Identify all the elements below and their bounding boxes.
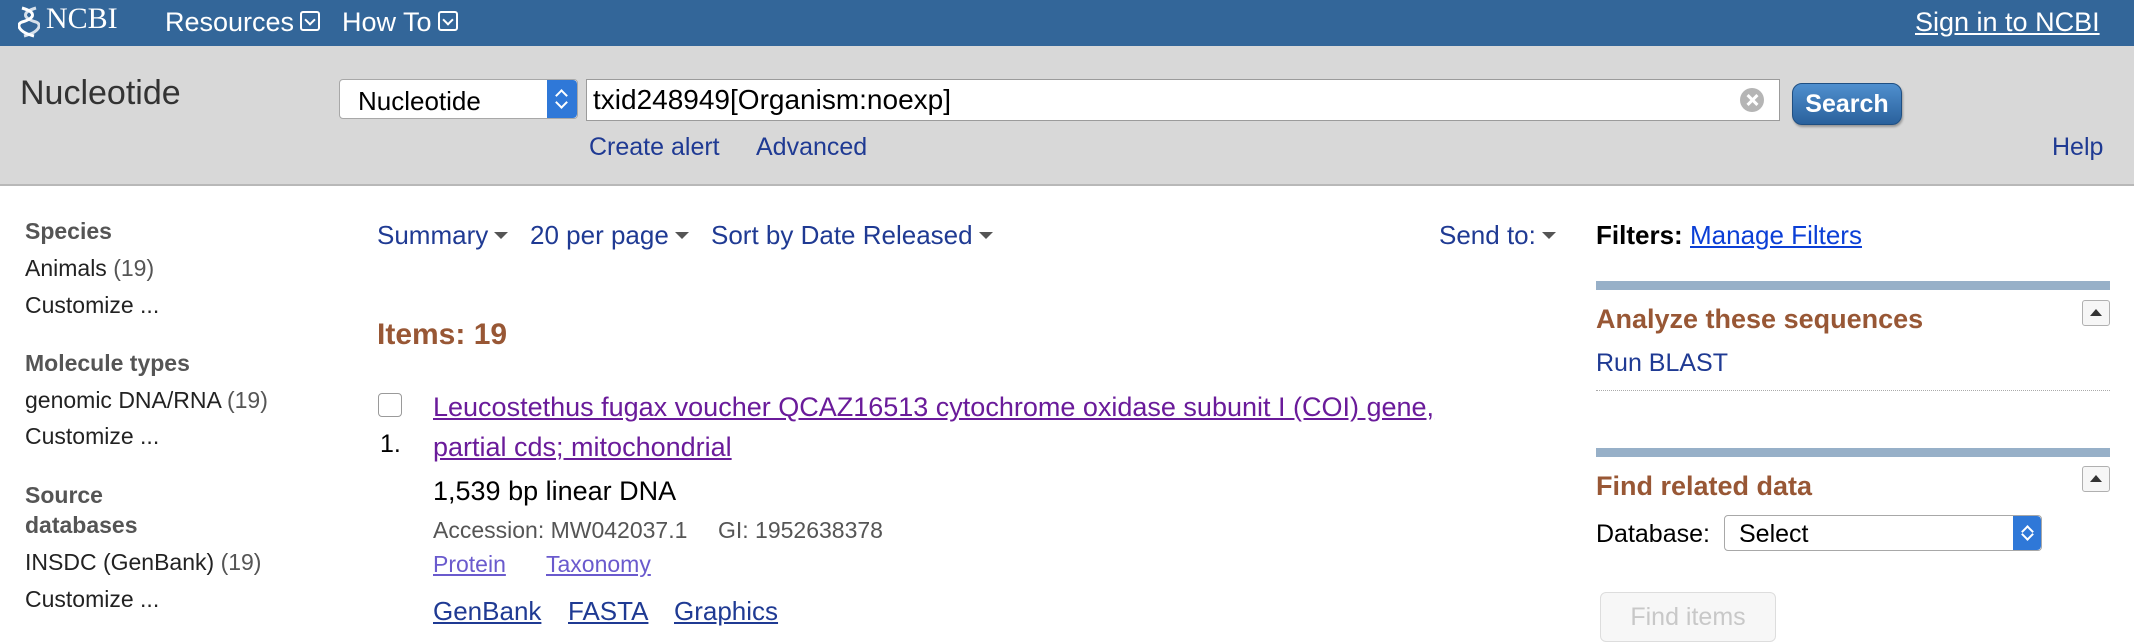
search-input[interactable] (586, 79, 1780, 121)
run-blast-link[interactable]: Run BLAST (1596, 349, 1728, 378)
summary-label: Summary (377, 220, 489, 250)
caret-down-icon (1541, 231, 1556, 239)
caret-down-icon (978, 231, 993, 239)
database-title: Nucleotide (20, 74, 181, 112)
manage-filters-link[interactable]: Manage Filters (1690, 220, 1862, 251)
fasta-link[interactable]: FASTA (568, 596, 648, 627)
help-link[interactable]: Help (2052, 133, 2103, 162)
facet-item-insdc[interactable]: INSDC (GenBank) (19) (25, 549, 261, 576)
clear-icon[interactable] (1740, 88, 1764, 112)
find-items-button[interactable]: Find items (1600, 592, 1776, 642)
chevron-down-icon (437, 10, 458, 31)
result-checkbox[interactable] (378, 393, 402, 417)
items-count: Items: 19 (377, 318, 508, 351)
divider (1596, 390, 2110, 391)
customize-moltype-link[interactable]: Customize ... (25, 423, 159, 450)
facet-item-label: INSDC (GenBank) (25, 549, 215, 575)
facet-heading-molecule-types: Molecule types (25, 350, 190, 376)
taxonomy-link[interactable]: Taxonomy (546, 551, 651, 578)
howto-menu[interactable]: How To (342, 7, 458, 38)
customize-source-link[interactable]: Customize ... (25, 586, 159, 613)
search-button[interactable]: Search (1792, 83, 1902, 125)
select-arrows-icon (547, 80, 577, 118)
howto-label: How To (342, 7, 432, 37)
related-database-select[interactable]: Select (1724, 515, 2042, 551)
protein-link[interactable]: Protein (433, 551, 506, 578)
collapse-icon[interactable] (2082, 300, 2110, 326)
send-to-label: Send to: (1439, 220, 1536, 250)
per-page-dropdown[interactable]: 20 per page (530, 220, 689, 251)
analyze-portlet-bar (1596, 281, 2110, 290)
caret-down-icon (494, 231, 509, 239)
ncbi-top-bar: NCBI Resources How To Sign in to NCBI (0, 0, 2134, 46)
database-select-value: Nucleotide (358, 86, 481, 116)
facet-heading-source-line1: Source (25, 482, 103, 508)
facet-count: (19) (113, 255, 155, 281)
per-page-label: 20 per page (530, 220, 669, 250)
sort-dropdown[interactable]: Sort by Date Released (711, 220, 993, 251)
create-alert-link[interactable]: Create alert (589, 133, 720, 162)
facet-item-genomic-dna[interactable]: genomic DNA/RNA (19) (25, 387, 268, 414)
genbank-link[interactable]: GenBank (433, 596, 541, 627)
sort-label: Sort by Date Released (711, 220, 973, 250)
facet-item-animals[interactable]: Animals (19) (25, 255, 154, 282)
facet-item-label: Animals (25, 255, 107, 281)
customize-species-link[interactable]: Customize ... (25, 292, 159, 319)
graphics-link[interactable]: Graphics (674, 596, 778, 627)
facet-heading-species: Species (25, 218, 112, 244)
select-arrows-icon (2013, 516, 2041, 550)
facet-count: (19) (220, 549, 262, 575)
summary-format-dropdown[interactable]: Summary (377, 220, 509, 251)
result-length: 1,539 bp linear DNA (433, 476, 677, 506)
facet-item-label: genomic DNA/RNA (25, 387, 221, 413)
caret-down-icon (674, 231, 689, 239)
result-number: 1. (380, 430, 401, 458)
related-database-select-value: Select (1739, 520, 1809, 548)
related-heading: Find related data (1596, 471, 1813, 501)
ncbi-logo-text[interactable]: NCBI (46, 2, 118, 36)
resources-label: Resources (165, 7, 295, 37)
facet-heading-source-line2: databases (25, 512, 138, 538)
facet-count: (19) (226, 387, 268, 413)
resources-menu[interactable]: Resources (165, 7, 321, 38)
result-title-link-line2[interactable]: partial cds; mitochondrial (433, 432, 732, 463)
analyze-heading: Analyze these sequences (1596, 304, 1924, 334)
chevron-down-icon (300, 10, 321, 31)
send-to-dropdown[interactable]: Send to: (1439, 220, 1556, 251)
result-title-link-line1[interactable]: Leucostethus fugax voucher QCAZ16513 cyt… (433, 392, 1434, 423)
result-accession: Accession: MW042037.1 (433, 517, 688, 543)
advanced-link[interactable]: Advanced (756, 133, 867, 162)
ncbi-logo-icon[interactable] (17, 4, 41, 40)
database-label: Database: (1596, 520, 1710, 548)
database-select[interactable]: Nucleotide (339, 79, 578, 119)
related-portlet-bar (1596, 448, 2110, 457)
collapse-icon[interactable] (2082, 466, 2110, 492)
signin-link[interactable]: Sign in to NCBI (1915, 7, 2100, 38)
filters-label: Filters: (1596, 220, 1683, 250)
result-gi: GI: 1952638378 (718, 517, 883, 543)
